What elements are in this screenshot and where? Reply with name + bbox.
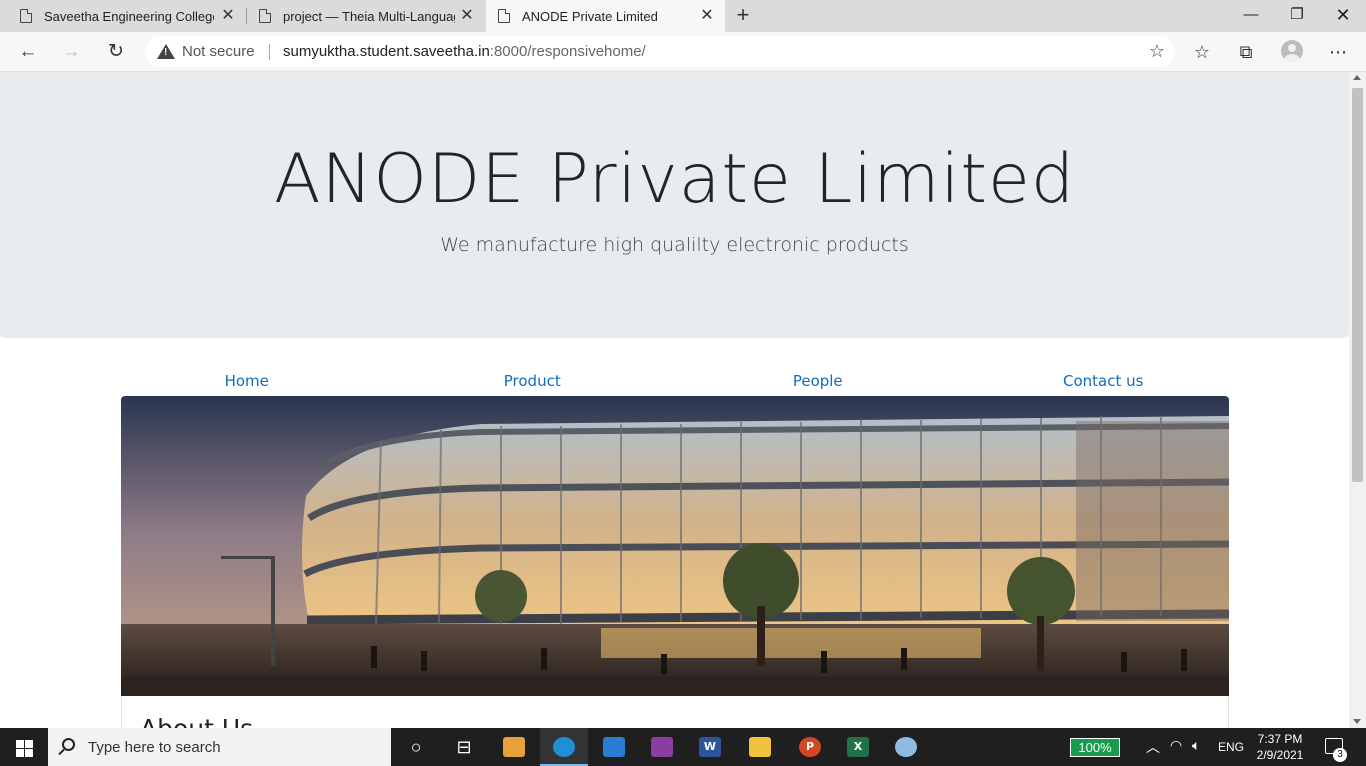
- clock-date: 2/9/2021: [1256, 748, 1304, 762]
- tab-anode[interactable]: ANODE Private Limited ✕: [486, 0, 725, 32]
- scroll-down-arrow-icon[interactable]: [1353, 719, 1361, 724]
- forward-icon[interactable]: →: [55, 36, 87, 68]
- windows-taskbar: Type here to search ○ ⊟ W P X 100% ︿ ◠ 🔈…: [0, 728, 1366, 766]
- url-text[interactable]: sumyuktha.student.saveetha.in:8000/respo…: [283, 43, 646, 60]
- excel-icon[interactable]: X: [834, 728, 882, 766]
- clock[interactable]: 7:37 PM 2/9/2021: [1250, 731, 1310, 763]
- warning-icon[interactable]: [157, 44, 175, 59]
- add-favorite-icon[interactable]: ☆: [1149, 41, 1165, 62]
- profile-avatar[interactable]: [1281, 40, 1303, 62]
- tab-theia[interactable]: project — Theia Multi-Language ✕: [247, 0, 485, 32]
- close-icon[interactable]: ✕: [699, 8, 715, 24]
- cortana-icon[interactable]: ○: [392, 728, 440, 766]
- tab-title: ANODE Private Limited: [522, 8, 658, 24]
- tab-saveetha[interactable]: Saveetha Engineering College ✕: [0, 0, 246, 32]
- address-divider: [269, 44, 270, 60]
- nav-link-people[interactable]: People: [675, 372, 961, 396]
- winrar-icon[interactable]: [638, 728, 686, 766]
- mail-icon[interactable]: [590, 728, 638, 766]
- page-subtitle: We manufacture high qualilty electronic …: [440, 234, 909, 256]
- language-indicator[interactable]: ENG: [1218, 740, 1244, 754]
- taskbar-search[interactable]: Type here to search: [48, 728, 391, 766]
- battery-indicator[interactable]: 100%: [1070, 738, 1120, 757]
- about-card: [121, 696, 1229, 728]
- page-icon: [259, 9, 271, 23]
- close-icon[interactable]: ✕: [220, 8, 236, 24]
- hero-building-image: [121, 396, 1229, 696]
- about-heading: About Us: [140, 714, 253, 728]
- powerpoint-icon[interactable]: P: [786, 728, 834, 766]
- page-title: ANODE Private Limited: [273, 140, 1076, 219]
- page-icon: [498, 9, 510, 23]
- building-illustration: [121, 396, 1229, 696]
- clock-time: 7:37 PM: [1257, 732, 1303, 746]
- url-path: :8000/responsivehome/: [489, 43, 646, 60]
- search-placeholder: Type here to search: [88, 739, 221, 756]
- file-explorer-icon[interactable]: [736, 728, 784, 766]
- jumbotron: ANODE Private Limited We manufacture hig…: [0, 72, 1349, 338]
- browser-toolbar: ← → ↻ Not secure sumyuktha.student.savee…: [0, 32, 1366, 72]
- close-icon[interactable]: ✕: [459, 8, 475, 24]
- nav-link-home[interactable]: Home: [104, 372, 390, 396]
- security-label[interactable]: Not secure: [182, 43, 255, 60]
- word-icon[interactable]: W: [686, 728, 734, 766]
- favorites-icon[interactable]: ☆: [1186, 36, 1218, 68]
- more-menu-icon[interactable]: ⋯: [1322, 36, 1354, 68]
- chevron-up-icon[interactable]: ︿: [1146, 737, 1160, 757]
- site-nav: Home Product People Contact us: [104, 372, 1246, 396]
- back-icon[interactable]: ←: [12, 36, 44, 68]
- scroll-thumb[interactable]: [1352, 88, 1363, 482]
- store-icon[interactable]: [490, 728, 538, 766]
- minimize-button[interactable]: —: [1228, 0, 1274, 32]
- task-view-icon[interactable]: ⊟: [440, 728, 488, 766]
- page-scrollbar[interactable]: [1349, 72, 1366, 728]
- scroll-up-arrow-icon[interactable]: [1353, 75, 1361, 80]
- restore-button[interactable]: ❐: [1274, 0, 1320, 32]
- page-icon: [20, 9, 32, 23]
- refresh-icon[interactable]: ↻: [100, 36, 132, 68]
- close-window-button[interactable]: ✕: [1320, 0, 1366, 32]
- tab-strip: Saveetha Engineering College ✕ project —…: [0, 0, 1366, 32]
- url-host: sumyuktha.student.saveetha.in: [283, 43, 490, 60]
- nav-link-product[interactable]: Product: [390, 372, 676, 396]
- tab-title: Saveetha Engineering College: [44, 8, 214, 24]
- start-button[interactable]: [0, 728, 48, 766]
- wifi-icon[interactable]: ◠: [1170, 737, 1182, 754]
- snipping-tool-icon[interactable]: [882, 728, 930, 766]
- new-tab-button[interactable]: +: [731, 4, 755, 28]
- windows-logo-icon: [16, 740, 24, 748]
- tab-title: project — Theia Multi-Language: [283, 8, 455, 24]
- search-icon: [62, 738, 75, 751]
- address-bar[interactable]: Not secure sumyuktha.student.saveetha.in…: [145, 36, 1175, 67]
- collections-icon[interactable]: ⧉: [1230, 36, 1262, 68]
- page-viewport: ANODE Private Limited We manufacture hig…: [0, 72, 1349, 728]
- nav-link-contact[interactable]: Contact us: [961, 372, 1247, 396]
- volume-icon[interactable]: 🔈︎: [1192, 737, 1200, 754]
- notification-badge: 3: [1333, 748, 1347, 762]
- edge-icon[interactable]: [540, 728, 588, 766]
